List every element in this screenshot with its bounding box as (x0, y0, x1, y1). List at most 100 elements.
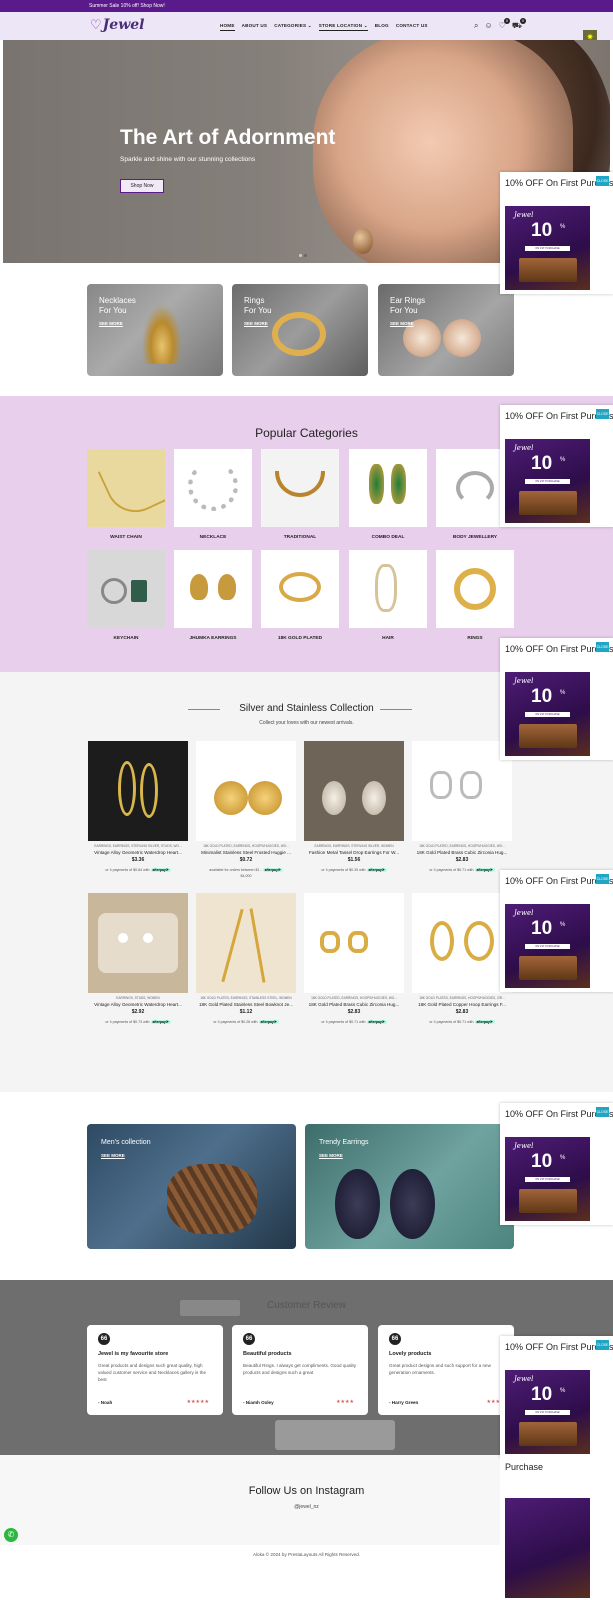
category-item[interactable]: HAIR (349, 550, 427, 641)
product-name: Vintage Alloy Geometric Waterdrop Heart.… (94, 850, 182, 855)
product-card[interactable]: 18K GOLD PLATED, EARRINGS, HOOPS/HUGGIES… (412, 893, 512, 1024)
featured-title: Rings (244, 296, 265, 305)
review-heading: Beautiful products (243, 1351, 292, 1357)
afterpay-note: or 4 payments of $0.28 with afterpay⟳ (213, 1020, 279, 1024)
category-label: BODY JEWELLERY (452, 535, 498, 540)
nav-contact[interactable]: CONTACT US (396, 23, 428, 31)
header-icons: ⌕ ☺ ♡ 0 ⛟ 0 (474, 18, 526, 31)
see-more-link[interactable]: SEE MORE (99, 321, 123, 326)
earring-image (335, 1169, 380, 1239)
product-card[interactable]: 18K GOLD PLATED, EARRINGS, HOOPS/HUGGIES… (304, 893, 404, 1024)
announcement-bar[interactable]: Summer Sale 10% off! Shop Now! (0, 0, 613, 12)
nav-store-location[interactable]: STORE LOCATION ⌄ (318, 23, 368, 31)
category-item[interactable]: JHUMKA EARRINGS (174, 550, 252, 641)
product-price: $2.92 (131, 1009, 145, 1015)
review-stars: ★★★ (486, 1399, 500, 1405)
review-card: 66 Beautiful products Beautiful Rings. I… (232, 1325, 368, 1415)
quote-icon: 66 (389, 1333, 401, 1345)
product-price: $2.83 (455, 1009, 469, 1015)
promo-image: Jewel 10% ON 1ST PURCHASE (505, 1137, 590, 1221)
product-card[interactable]: EARRINGS, STUDS, WOMEN Vintage Alloy Geo… (88, 893, 188, 1024)
afterpay-badge: afterpay⟳ (474, 868, 495, 872)
see-more-link[interactable]: SEE MORE (319, 1153, 343, 1158)
heart-logo-icon: ♡ (90, 18, 102, 33)
review-author: - Noah (98, 1400, 113, 1405)
review-card: 66 Jewel is my favourite store Great pro… (87, 1325, 223, 1415)
afterpay-note: or 4 payments of $0.39 with afterpay⟳ (321, 868, 387, 872)
category-item[interactable]: COMBO DEAL (349, 449, 427, 540)
featured-earrings[interactable]: Ear Rings For You SEE MORE (378, 284, 514, 376)
collection-title: Men's collection (101, 1139, 151, 1146)
product-categories: 18K GOLD PLATED, EARRINGS, HOOPS/HUGGIES… (419, 844, 505, 848)
product-card[interactable]: 18K GOLD PLATED, EARRINGS, HOOPS/HUGGIES… (196, 741, 296, 878)
close-button[interactable]: CLOSE (596, 874, 609, 884)
promo-popup[interactable]: 10% OFF On First Purchase CLOSE Jewel 10%… (500, 1103, 613, 1225)
afterpay-note: or 4 payments of $0.71 with afterpay⟳ (321, 1020, 387, 1024)
promo-image: Jewel 10% ON 1ST PURCHASE (505, 672, 590, 756)
collection-title: Trendy Earrings (319, 1139, 369, 1146)
product-card[interactable]: 18K GOLD PLATED, EARRINGS, HOOPS/HUGGIES… (412, 741, 512, 872)
shop-now-button[interactable]: Shop Now (120, 179, 164, 193)
category-item[interactable]: KEYCHAIN (87, 550, 165, 641)
featured-title: Necklaces (99, 296, 136, 305)
category-item[interactable]: 18K GOLD PLATED (261, 550, 339, 641)
review-card: 66 Lovely products Great product designs… (378, 1325, 514, 1415)
product-price: $1.56 (347, 857, 361, 863)
close-button[interactable]: CLOSE (596, 176, 609, 186)
product-card[interactable]: 18K GOLD PLATED, EARRINGS, STAINLESS STE… (196, 893, 296, 1024)
review-stars: ★★★★ (336, 1399, 354, 1405)
mens-collection-banner[interactable]: Men's collection SEE MORE (87, 1124, 296, 1249)
wishlist-icon[interactable]: ♡ 0 (499, 18, 510, 31)
nav-blog[interactable]: BLOG (375, 23, 389, 31)
announcement-text[interactable]: Summer Sale 10% off! Shop Now! (89, 3, 165, 9)
featured-subtitle: For You (390, 306, 418, 315)
close-button[interactable]: CLOSE (596, 409, 609, 419)
product-categories: 18K GOLD PLATED, EARRINGS, HOOPS/HUGGIES… (311, 996, 397, 1000)
review-body: Great products and designs such great qu… (98, 1363, 207, 1382)
category-item[interactable]: TRADITIONAL (261, 449, 339, 540)
logo[interactable]: ♡Jewel (90, 17, 144, 33)
wishlist-count: 0 (503, 18, 510, 24)
close-button[interactable]: CLOSE (596, 642, 609, 652)
product-name: 18K Gold Plated Stainless Steel Bowknot … (199, 1002, 293, 1007)
category-item[interactable]: RINGS (436, 550, 514, 641)
product-categories: EARRINGS, EARRINGS, STERLING SILVER, WOM… (314, 844, 394, 848)
promo-popup[interactable]: 10% OFF On First Purchase CLOSE Jewel 10%… (500, 172, 613, 294)
category-label: KEYCHAIN (113, 636, 139, 641)
product-card[interactable]: EARRINGS, EARRINGS, STERLING SILVER, WOM… (304, 741, 404, 872)
nav-home[interactable]: HOME (220, 23, 235, 31)
review-heading: Lovely products (389, 1351, 432, 1357)
promo-popup[interactable]: 10% OFF On First Purchase CLOSE Jewel 10%… (500, 870, 613, 992)
category-label: WAIST CHAIN (110, 535, 142, 540)
search-icon[interactable]: ⌕ (474, 21, 478, 31)
site-header: ♡Jewel HOME ABOUT US CATEGORIES ⌄ STORE … (0, 12, 613, 40)
review-author: - Harry Green (389, 1400, 419, 1405)
whatsapp-icon[interactable]: ✆ (4, 1528, 18, 1542)
nav-about[interactable]: ABOUT US (242, 23, 268, 31)
promo-popup[interactable]: 10% OFF On First Purchase CLOSE Jewel 10%… (500, 1336, 613, 1458)
category-item[interactable]: WAIST CHAIN (87, 449, 165, 540)
see-more-link[interactable]: SEE MORE (101, 1153, 125, 1158)
afterpay-note: or 4 payments of $0.73 with afterpay⟳ (105, 1020, 171, 1024)
trendy-earrings-banner[interactable]: Trendy Earrings SEE MORE (305, 1124, 514, 1249)
promo-popup[interactable]: 10% OFF On First Purchase CLOSE Jewel 10%… (500, 638, 613, 760)
close-button[interactable]: CLOSE (596, 1340, 609, 1350)
featured-necklaces[interactable]: Necklaces For You SEE MORE (87, 284, 223, 376)
product-price: $3.36 (131, 857, 145, 863)
account-icon[interactable]: ☺ (484, 21, 492, 31)
see-more-link[interactable]: SEE MORE (244, 321, 268, 326)
cart-icon[interactable]: ⛟ 0 (512, 18, 526, 31)
afterpay-badge: afterpay⟳ (366, 1020, 387, 1024)
close-button[interactable]: CLOSE (596, 1107, 609, 1117)
product-card[interactable]: EARRINGS, EARRINGS, STERLING SILVER, STU… (88, 741, 188, 872)
afterpay-limit: $4,000 (240, 874, 252, 878)
see-more-link[interactable]: SEE MORE (390, 321, 414, 326)
promo-popup-partial[interactable]: Purchase (500, 1458, 613, 1600)
hero-carousel-dots[interactable] (299, 254, 307, 257)
category-item[interactable]: NECKLACE (174, 449, 252, 540)
featured-rings[interactable]: Rings For You SEE MORE (232, 284, 368, 376)
promo-popup[interactable]: 10% OFF On First Purchase CLOSE Jewel 10%… (500, 405, 613, 527)
featured-title: Ear Rings (390, 296, 426, 305)
afterpay-badge: afterpay⟳ (258, 1020, 279, 1024)
nav-categories[interactable]: CATEGORIES ⌄ (274, 23, 312, 31)
